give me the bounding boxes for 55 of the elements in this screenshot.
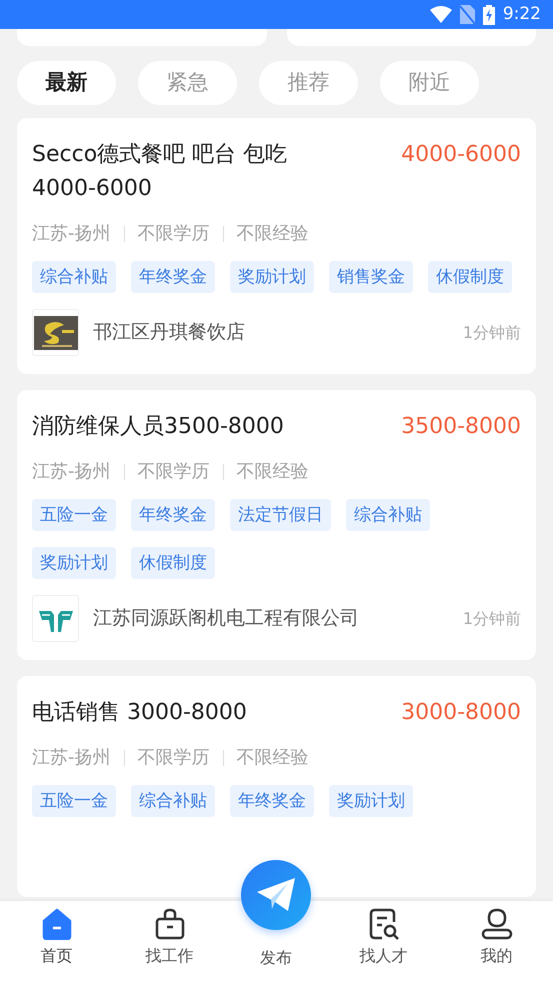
nav-tab[interactable]: 我的 — [440, 901, 553, 983]
job-requirement: 江苏-扬州 — [32, 222, 110, 246]
benefit-tag: 休假制度 — [428, 261, 512, 293]
benefit-tag: 年终奖金 — [131, 499, 215, 531]
company-name: 邗江区丹琪餐饮店 — [93, 320, 246, 346]
benefit-tag: 年终奖金 — [230, 785, 314, 817]
job-requirement: 不限经验 — [236, 746, 308, 770]
job-card[interactable]: Secco德式餐吧 吧台 包吃 4000-6000 4000-6000 江苏-扬州 不限学历 不限经验 综合补贴 年终奖金 奖励计划 销售奖金 休假制度 邗江区丹琪餐饮店 1分钟前 — [17, 118, 536, 374]
benefit-tag: 综合补贴 — [32, 261, 116, 293]
job-requirement: 江苏-扬州 — [32, 460, 110, 484]
company-name: 江苏同源跃阁机电工程有限公司 — [93, 606, 360, 632]
job-requirement: 不限经验 — [236, 460, 308, 484]
benefit-tag: 综合补贴 — [131, 785, 215, 817]
salary: 3000-8000 — [401, 699, 521, 727]
job-requirement: 不限学历 — [138, 746, 210, 770]
job-title: Secco德式餐吧 吧台 包吃 4000-6000 — [32, 141, 288, 203]
job-title: 电话销售 3000-8000 — [32, 699, 247, 727]
benefit-tag: 五险一金 — [32, 499, 116, 531]
job-card[interactable]: 消防维保人员3500-8000 3500-8000 江苏-扬州 不限学历 不限经验 五险一金 年终奖金 法定节假日 综合补贴 奖励计划 休假制度 江苏同源跃阁机电工程有限公司 1分钟前 — [17, 390, 536, 660]
banner-card[interactable] — [286, 29, 536, 46]
person-icon — [480, 908, 512, 940]
nav-label: 发布 — [259, 947, 293, 969]
nav-tab[interactable]: 找工作 — [113, 901, 226, 983]
posted-time: 1分钟前 — [462, 322, 521, 344]
job-card[interactable]: 电话销售 3000-8000 3000-8000 江苏-扬州 不限学历 不限经验 五险一金 综合补贴 年终奖金 奖励计划 — [17, 676, 536, 897]
benefit-tag: 五险一金 — [32, 785, 116, 817]
home-icon — [40, 908, 72, 940]
benefit-tag: 综合补贴 — [346, 499, 430, 531]
briefcase-icon — [154, 908, 186, 940]
no-sim-icon — [460, 5, 475, 24]
job-requirement: 不限学历 — [138, 460, 210, 484]
paper-plane-icon — [257, 878, 295, 912]
company-logo — [34, 316, 78, 350]
benefit-tag: 奖励计划 — [32, 547, 116, 579]
benefit-tag: 奖励计划 — [329, 785, 413, 817]
document-search-icon — [368, 908, 400, 940]
job-requirement: 江苏-扬州 — [32, 746, 110, 770]
posted-time: 1分钟前 — [462, 608, 521, 630]
benefit-tag: 法定节假日 — [230, 499, 331, 531]
salary: 4000-6000 — [401, 141, 521, 169]
benefit-tag: 销售奖金 — [329, 261, 413, 293]
job-requirement: 不限经验 — [236, 222, 308, 246]
battery-charging-icon — [482, 4, 495, 24]
status-time: 9:22 — [502, 2, 541, 26]
wifi-icon — [430, 6, 452, 23]
banner-card[interactable] — [17, 29, 266, 46]
job-title: 消防维保人员3500-8000 — [32, 413, 284, 441]
nav-tab[interactable]: 首页 — [0, 901, 113, 983]
benefit-tag: 休假制度 — [131, 547, 215, 579]
salary: 3500-8000 — [401, 413, 521, 441]
nav-tab[interactable]: 找人才 — [327, 901, 440, 983]
job-requirement: 不限学历 — [138, 222, 210, 246]
benefit-tag: 年终奖金 — [131, 261, 215, 293]
filter-tab[interactable]: 最新 — [17, 61, 116, 105]
benefit-tag: 奖励计划 — [230, 261, 314, 293]
